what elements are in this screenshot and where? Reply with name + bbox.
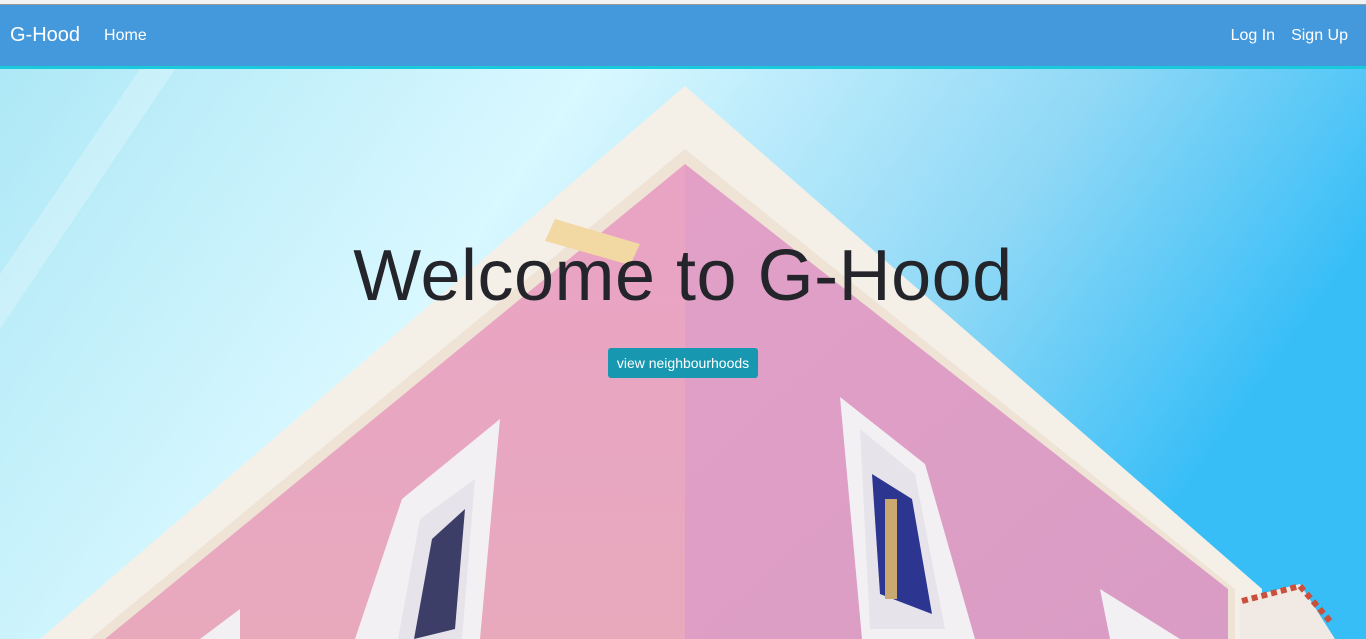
hero-section: Welcome to G-Hood view neighbourhoods <box>0 69 1366 639</box>
nav-link-signup[interactable]: Sign Up <box>1291 27 1348 45</box>
view-neighbourhoods-button[interactable]: view neighbourhoods <box>607 348 759 379</box>
nav-right-group: Log In Sign Up <box>1231 27 1356 45</box>
hero-title: Welcome to G-Hood <box>353 236 1013 316</box>
nav-link-login[interactable]: Log In <box>1231 27 1275 45</box>
nav-link-home[interactable]: Home <box>104 27 147 45</box>
brand-logo-link[interactable]: G-Hood <box>10 24 80 47</box>
hero-content: Welcome to G-Hood view neighbourhoods <box>0 236 1366 379</box>
navbar: G-Hood Home Log In Sign Up <box>0 5 1366 66</box>
